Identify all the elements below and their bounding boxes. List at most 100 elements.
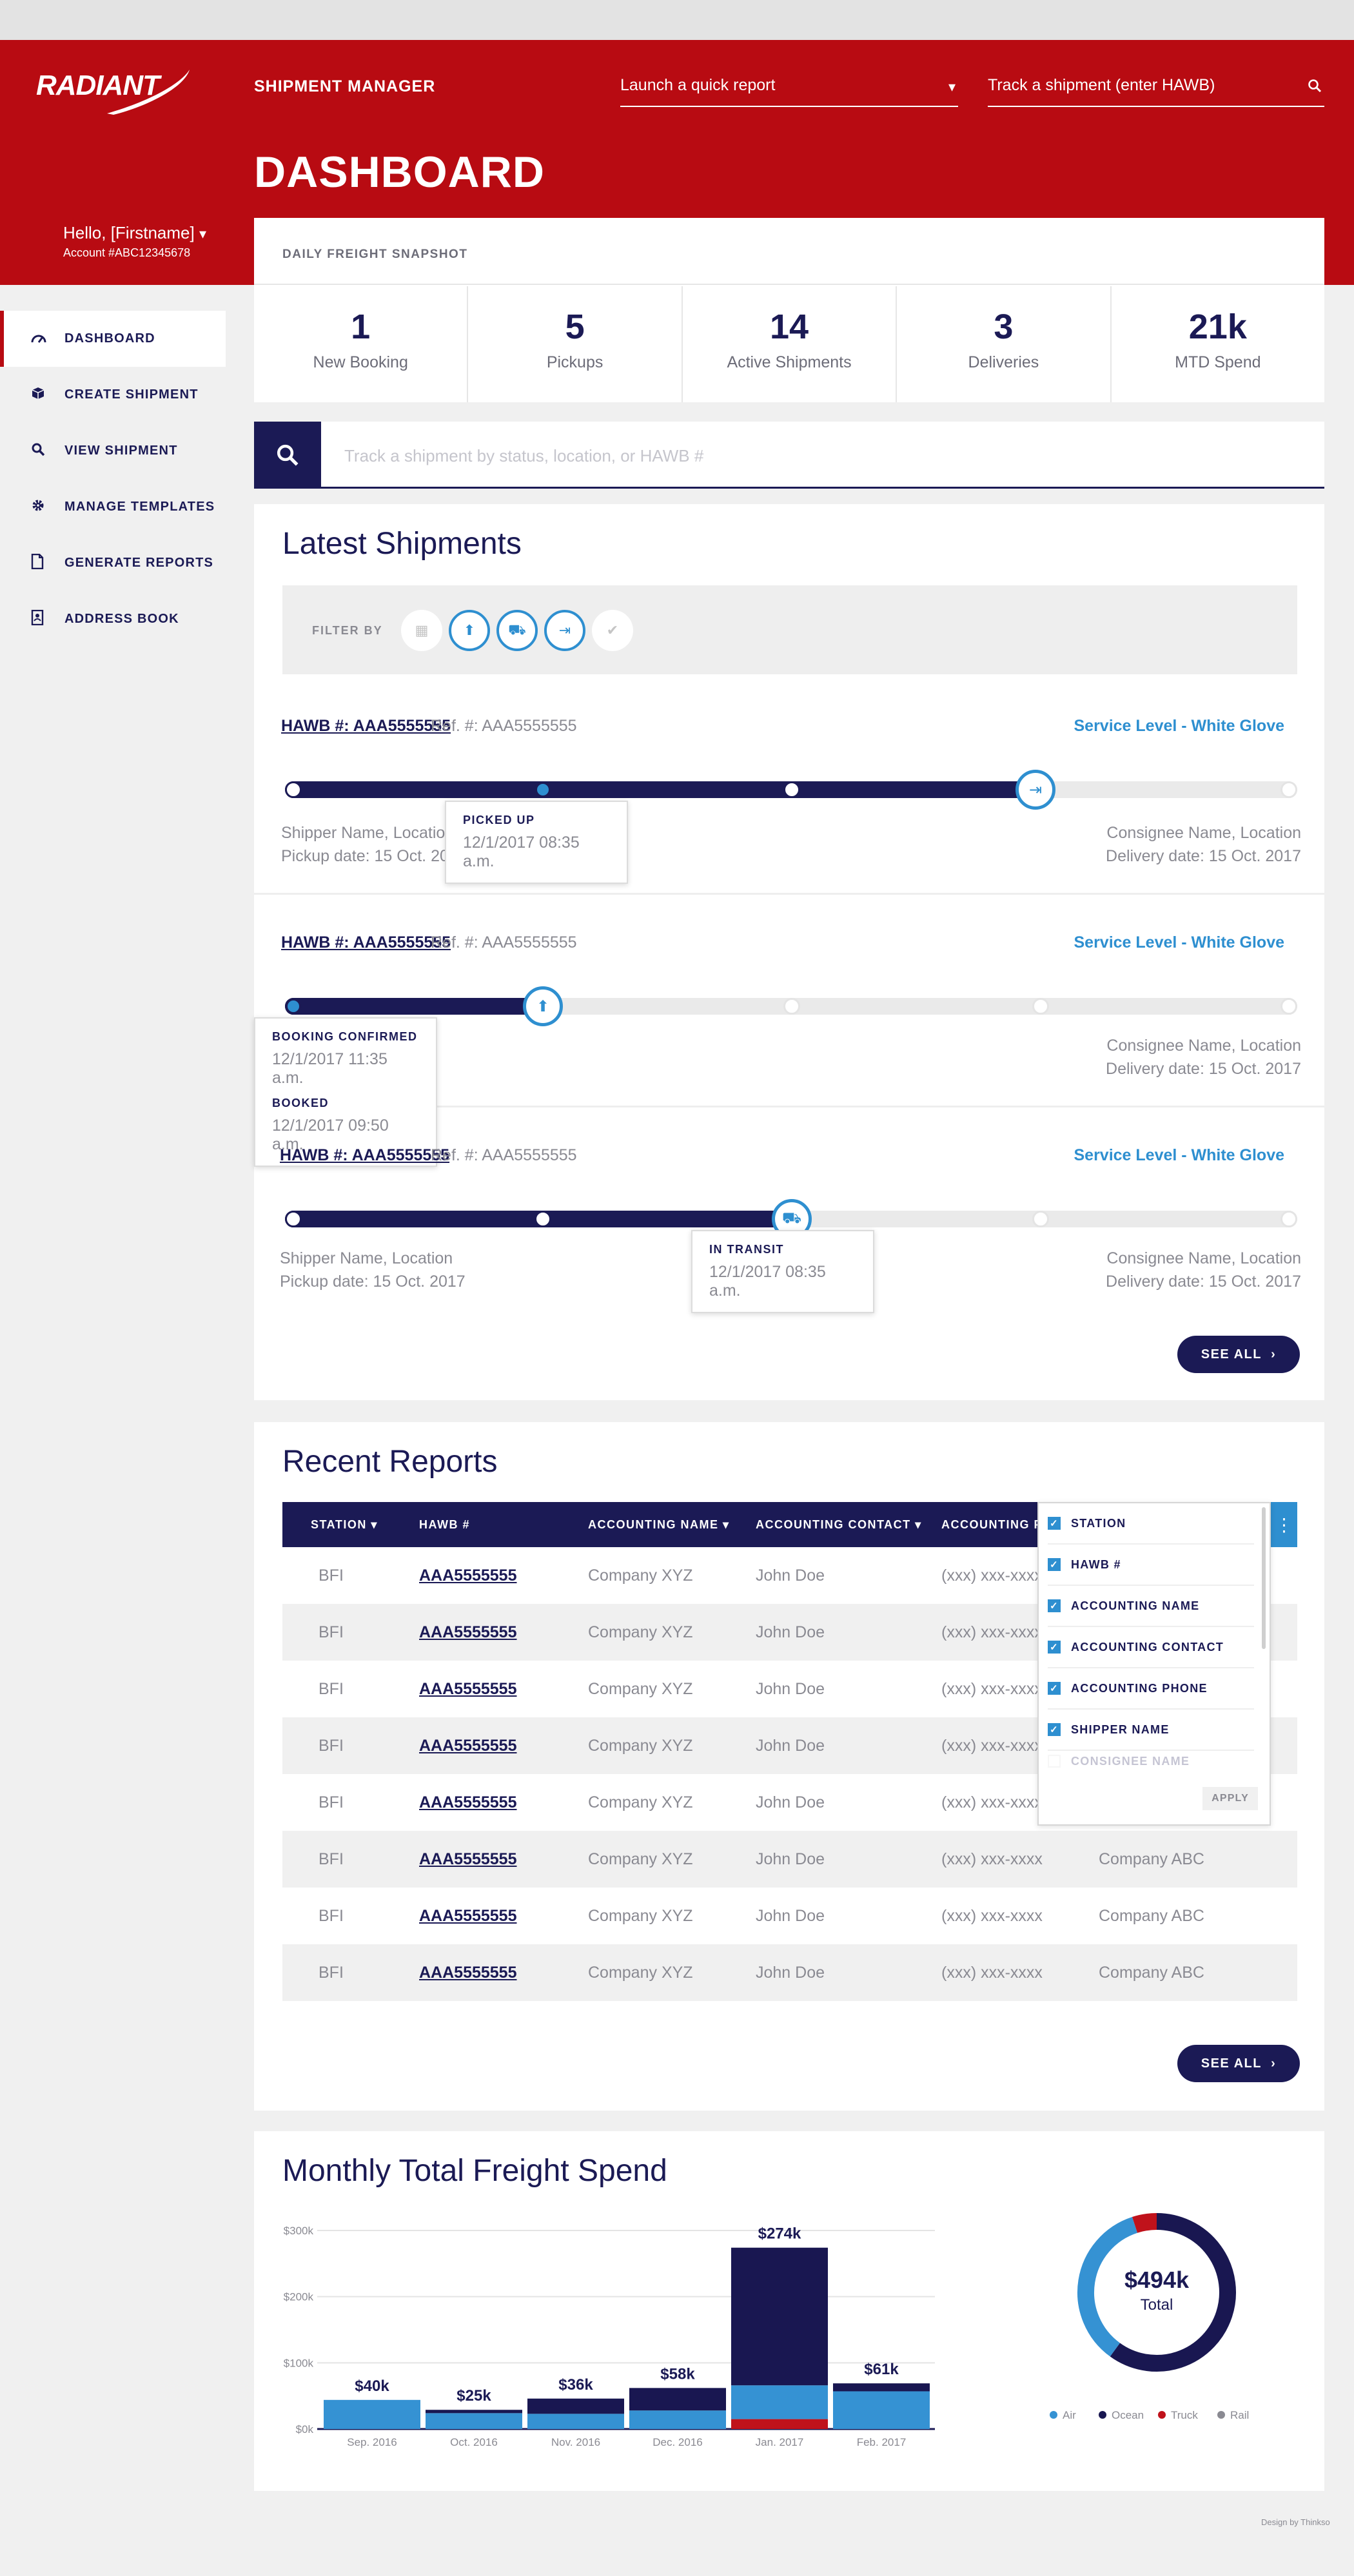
table-cell: BFI: [319, 1737, 344, 1755]
column-option[interactable]: ✓ HAWB #: [1048, 1545, 1254, 1586]
filter-arrived-button[interactable]: ⇥: [544, 610, 585, 651]
hawb-link[interactable]: AAA5555555: [419, 1793, 517, 1812]
checkbox-checked-icon[interactable]: ✓: [1048, 1599, 1061, 1612]
stat-mtd-spend[interactable]: 21k MTD Spend: [1112, 286, 1324, 402]
table-cell: (xxx) xxx-xxxx: [941, 1680, 1043, 1698]
progress-step[interactable]: [285, 1211, 302, 1227]
hawb-link[interactable]: AAA5555555: [419, 1623, 517, 1642]
table-row[interactable]: BFI AAA5555555 Company XYZ John Doe (xxx) xx…: [282, 1944, 1297, 2001]
hawb-link[interactable]: AAA5555555: [419, 1964, 517, 1982]
table-cell: BFI: [319, 1793, 344, 1811]
shipment-search-input[interactable]: Track a shipment by status, location, or…: [254, 422, 1324, 489]
hawb-link[interactable]: AAA5555555: [419, 1907, 517, 1926]
bar-segment-truck: [731, 2419, 828, 2429]
table-cell: Company XYZ: [588, 1850, 693, 1868]
column-header-station[interactable]: STATION ▾: [311, 1518, 378, 1532]
sidebar-item-view-shipment[interactable]: VIEW SHIPMENT: [0, 423, 226, 479]
progress-step[interactable]: [1032, 998, 1049, 1015]
column-header-accounting-phone[interactable]: ACCOUNTING P: [941, 1518, 1043, 1532]
stat-label: MTD Spend: [1175, 353, 1261, 371]
consignee-info: Consignee Name, Location Delivery date: …: [1106, 821, 1301, 868]
progress-step[interactable]: [1280, 1211, 1297, 1227]
search-button[interactable]: [254, 422, 321, 489]
quick-report-placeholder: Launch a quick report: [620, 76, 776, 94]
column-option[interactable]: ✓ STATION: [1048, 1503, 1254, 1545]
progress-step[interactable]: [783, 998, 800, 1015]
progress-step[interactable]: [285, 781, 302, 798]
stat-new-booking[interactable]: 1 New Booking: [254, 286, 469, 402]
progress-step-booked[interactable]: [285, 998, 302, 1015]
search-icon[interactable]: [1308, 79, 1322, 97]
stat-label: New Booking: [313, 353, 408, 371]
hawb-link[interactable]: AAA5555555: [419, 1737, 517, 1755]
table-cell: BFI: [319, 1623, 344, 1641]
stat-active-shipments[interactable]: 14 Active Shipments: [683, 286, 898, 402]
checkbox-checked-icon[interactable]: ✓: [1048, 1641, 1061, 1654]
hawb-link[interactable]: HAWB #: AAA5555555: [281, 717, 451, 736]
user-menu-caret-icon[interactable]: ▾: [199, 226, 206, 242]
apply-button[interactable]: APPLY: [1202, 1787, 1258, 1810]
table-row[interactable]: BFI AAA5555555 Company XYZ John Doe (xxx) xx…: [282, 1888, 1297, 1944]
table-row[interactable]: BFI AAA5555555 Company XYZ John Doe (xxx) xx…: [282, 1831, 1297, 1888]
filter-in-transit-button[interactable]: ⛟: [496, 610, 538, 651]
search-icon: [277, 444, 299, 466]
progress-step[interactable]: [1280, 781, 1297, 798]
hawb-link[interactable]: AAA5555555: [419, 1680, 517, 1699]
column-picker-toggle[interactable]: ⋮: [1271, 1502, 1297, 1547]
table-cell: Company ABC: [1099, 1964, 1204, 1982]
consignee-name: Consignee Name, Location: [1106, 1037, 1301, 1055]
status-arrived-marker[interactable]: ⇥: [1016, 770, 1055, 810]
table-cell: Company XYZ: [588, 1680, 693, 1698]
filter-delivered-button[interactable]: ✔: [592, 610, 633, 651]
progress-step[interactable]: [1280, 998, 1297, 1015]
y-tick-label: $100k: [284, 2357, 314, 2369]
table-cell: John Doe: [756, 1850, 825, 1868]
see-all-reports-button[interactable]: SEE ALL ›: [1177, 2045, 1300, 2082]
hawb-link[interactable]: HAWB #: AAA5555555: [280, 1146, 449, 1165]
hawb-link[interactable]: AAA5555555: [419, 1566, 517, 1585]
bar-segment-air: [527, 2414, 624, 2429]
progress-step[interactable]: [535, 1211, 551, 1227]
column-option[interactable]: ✓ SHIPPER NAME: [1048, 1710, 1254, 1751]
quick-report-select[interactable]: Launch a quick report ▾: [620, 67, 958, 107]
user-greeting[interactable]: Hello, [Firstname] ▾: [63, 223, 206, 243]
column-header-accounting-name[interactable]: ACCOUNTING NAME ▾: [588, 1518, 730, 1532]
checkbox-checked-icon[interactable]: ✓: [1048, 1682, 1061, 1695]
sidebar-item-create-shipment[interactable]: CREATE SHIPMENT: [0, 367, 226, 423]
progress-track: ⇥: [285, 770, 1297, 810]
hawb-link[interactable]: HAWB #: AAA5555555: [281, 933, 451, 952]
radiant-logo[interactable]: RADIANT: [36, 62, 197, 120]
bar-segment-air: [629, 2410, 726, 2429]
column-option[interactable]: ✓ ACCOUNTING CONTACT: [1048, 1627, 1254, 1668]
header-track-input[interactable]: Track a shipment (enter HAWB): [988, 67, 1324, 107]
progress-step[interactable]: [783, 781, 800, 798]
delivery-date: Delivery date: 15 Oct. 2017: [1106, 1273, 1301, 1291]
sidebar-item-address-book[interactable]: ADDRESS BOOK: [0, 591, 226, 647]
filter-picked-up-button[interactable]: ⬆: [449, 610, 490, 651]
checkbox-icon[interactable]: [1048, 1755, 1061, 1768]
filter-booked-button[interactable]: ▦: [401, 610, 442, 651]
ref-number: Ref. #: AAA5555555: [431, 1146, 577, 1164]
stat-pickups[interactable]: 5 Pickups: [468, 286, 683, 402]
checkbox-checked-icon[interactable]: ✓: [1048, 1723, 1061, 1736]
checkbox-checked-icon[interactable]: ✓: [1048, 1517, 1061, 1530]
progress-step-picked-up[interactable]: [535, 781, 551, 798]
stat-deliveries[interactable]: 3 Deliveries: [897, 286, 1112, 402]
stat-value: 5: [565, 307, 585, 346]
see-all-shipments-button[interactable]: SEE ALL ›: [1177, 1336, 1300, 1373]
column-option[interactable]: CONSIGNEE NAME: [1048, 1751, 1254, 1770]
column-header-hawb[interactable]: HAWB #: [419, 1518, 470, 1532]
column-option[interactable]: ✓ ACCOUNTING PHONE: [1048, 1668, 1254, 1710]
column-option[interactable]: ✓ ACCOUNTING NAME: [1048, 1586, 1254, 1627]
hawb-link[interactable]: AAA5555555: [419, 1850, 517, 1869]
progress-step[interactable]: [1032, 1211, 1049, 1227]
sidebar-item-dashboard[interactable]: DASHBOARD: [0, 311, 226, 367]
status-picked-up-marker[interactable]: ⬆: [523, 986, 563, 1026]
sidebar-item-manage-templates[interactable]: MANAGE TEMPLATES: [0, 479, 226, 535]
checkbox-checked-icon[interactable]: ✓: [1048, 1558, 1061, 1571]
sidebar-item-generate-reports[interactable]: GENERATE REPORTS: [0, 535, 226, 591]
table-cell: BFI: [319, 1850, 344, 1868]
bar-total-label: $274k: [758, 2225, 801, 2243]
panel-scrollbar[interactable]: [1262, 1507, 1266, 1649]
column-header-accounting-contact[interactable]: ACCOUNTING CONTACT ▾: [756, 1518, 922, 1532]
